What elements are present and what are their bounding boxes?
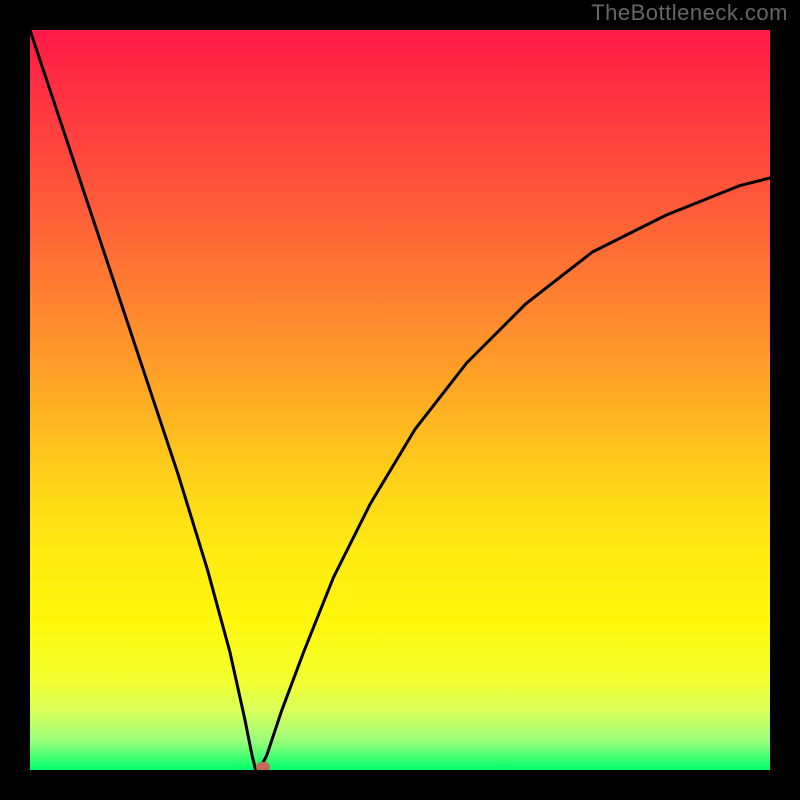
plot-area [30, 30, 770, 770]
watermark-text: TheBottleneck.com [591, 0, 788, 26]
optimal-point-marker [256, 762, 270, 770]
chart-frame: TheBottleneck.com [0, 0, 800, 800]
bottleneck-curve [30, 30, 770, 770]
